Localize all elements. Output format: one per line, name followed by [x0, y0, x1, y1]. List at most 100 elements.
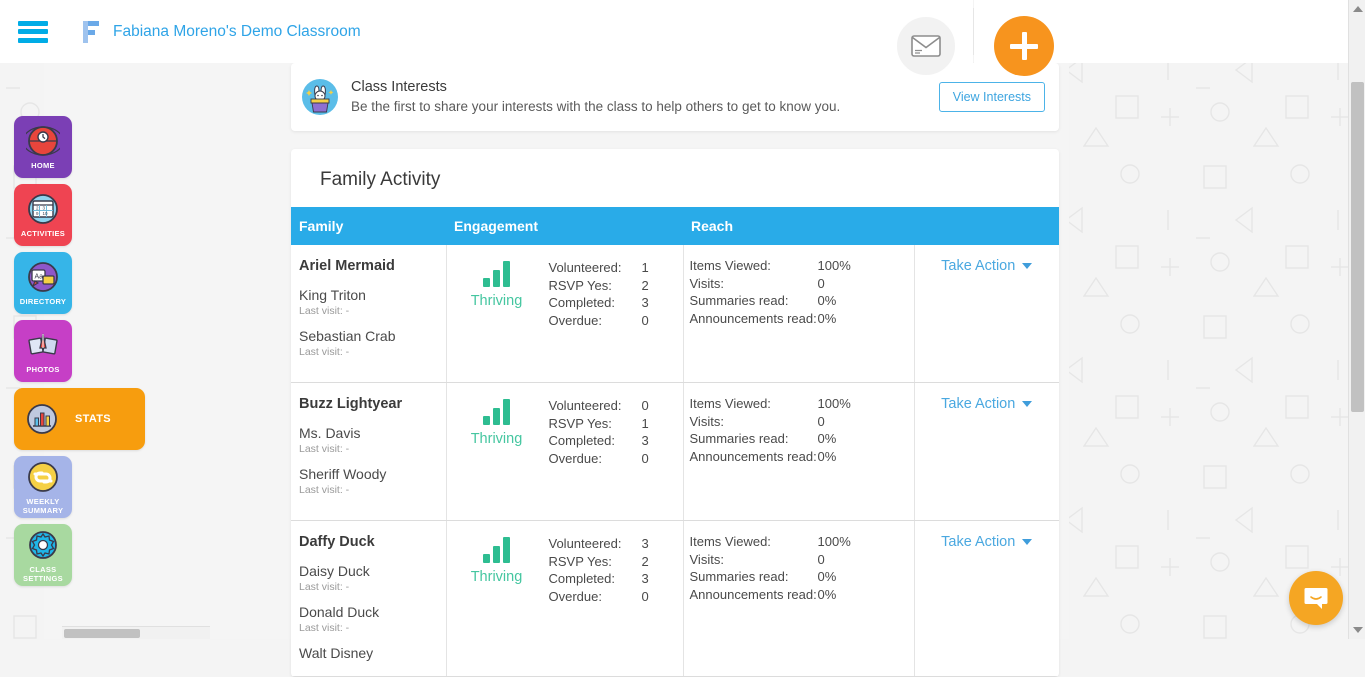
engagement-status-label: Thriving	[451, 431, 543, 447]
sidebar-item-photos[interactable]: PHOTOS	[14, 320, 72, 382]
family-cell-inner: Ariel MermaidKing TritonLast visit: -Seb…	[291, 245, 446, 382]
photos-icon	[26, 328, 60, 362]
take-action-label: Take Action	[941, 258, 1015, 274]
class-title-link[interactable]: Fabiana Moreno's Demo Classroom	[113, 23, 361, 41]
reach-stat-row: Items Viewed:100%	[690, 395, 906, 413]
engagement-cell-inner: Thriving Volunteered:0RSVP Yes:1Completed…	[447, 383, 683, 481]
reach-stat-key: Summaries read:	[690, 292, 818, 310]
engagement-stat-row: Volunteered:1	[549, 259, 679, 277]
take-action-dropdown[interactable]: Take Action	[941, 534, 1032, 550]
sidebar-item-label: STATS	[75, 415, 111, 424]
sidebar-item-stats[interactable]: STATS	[14, 388, 145, 450]
sidebar-item-class-settings[interactable]: CLASSSETTINGS	[14, 524, 72, 586]
engagement-cell: ThrivingVolunteered:3RSVP Yes:2Completed…	[446, 521, 683, 677]
engagement-stat-key: Completed:	[549, 294, 642, 312]
sidebar-item-home[interactable]: HOME	[14, 116, 72, 178]
reach-stat-key: Items Viewed:	[690, 395, 818, 413]
reach-stat-key: Items Viewed:	[690, 257, 818, 275]
interests-title: Class Interests	[351, 78, 939, 97]
engagement-stat-value: 2	[642, 277, 672, 295]
top-header-bar: Fabiana Moreno's Demo Classroom	[0, 0, 973, 63]
reach-cell: Items Viewed:100%Visits:0Summaries read:…	[683, 245, 914, 383]
engagement-stat-row: Completed:3	[549, 570, 679, 588]
sidebar-item-label: WEEKLYSUMMARY	[23, 497, 64, 515]
engagement-stat-key: Volunteered:	[549, 259, 642, 277]
family-member-last-visit: Last visit: -	[299, 580, 436, 594]
column-header-family[interactable]: Family	[291, 207, 446, 245]
chat-launcher-button[interactable]	[1289, 571, 1343, 625]
family-activity-table: Family Engagement Reach Ariel MermaidKin…	[291, 207, 1059, 677]
family-cell: Buzz LightyearMs. DavisLast visit: -Sher…	[291, 383, 446, 521]
chat-bubble-icon	[1302, 584, 1330, 612]
engagement-stat-key: Volunteered:	[549, 535, 642, 553]
engagement-stat-value: 0	[642, 397, 672, 415]
engagement-stat-key: Completed:	[549, 432, 642, 450]
reach-stat-value: 0	[818, 413, 868, 431]
engagement-status-label: Thriving	[451, 569, 543, 585]
interests-subtitle: Be the first to share your interests wit…	[351, 97, 939, 116]
engagement-stat-key: RSVP Yes:	[549, 415, 642, 433]
family-cell-inner: Buzz LightyearMs. DavisLast visit: -Sher…	[291, 383, 446, 520]
view-interests-button[interactable]: View Interests	[939, 82, 1045, 112]
engagement-stat-key: Overdue:	[549, 450, 642, 468]
engagement-bar-chart-icon	[451, 399, 543, 425]
reach-stat-row: Items Viewed:100%	[690, 257, 906, 275]
horizontal-scrollbar-thumb[interactable]	[64, 629, 140, 638]
engagement-stat-value: 1	[642, 415, 672, 433]
sidebar-item-weekly-summary[interactable]: WEEKLYSUMMARY	[14, 456, 72, 518]
engagement-stat-value: 1	[642, 259, 672, 277]
family-member-name: Sebastian Crab	[299, 327, 436, 345]
family-activity-card: Family Activity Family Engagement Reach …	[291, 149, 1059, 677]
header-divider	[973, 8, 974, 55]
engagement-stat-row: Overdue:0	[549, 450, 679, 468]
sidebar-item-activities[interactable]: 2 3 9 10 ACTIVITIES	[14, 184, 72, 246]
engagement-stat-value: 3	[642, 535, 672, 553]
sidebar-item-label: HOME	[31, 161, 55, 170]
reach-stat-value: 100%	[818, 533, 868, 551]
engagement-stat-row: Volunteered:3	[549, 535, 679, 553]
vertical-scrollbar[interactable]	[1348, 0, 1365, 639]
column-header-engagement[interactable]: Engagement	[446, 207, 683, 245]
envelope-icon[interactable]	[896, 16, 956, 76]
add-button[interactable]	[994, 16, 1054, 76]
class-interests-banner: Class Interests Be the first to share yo…	[291, 63, 1059, 131]
reach-stat-key: Visits:	[690, 413, 818, 431]
engagement-stat-row: Volunteered:0	[549, 397, 679, 415]
engagement-stat-key: RSVP Yes:	[549, 553, 642, 571]
sidebar-nav: HOME 2 3 9 10 ACTIVITIES Aa DIRECTORY	[0, 63, 148, 639]
family-member-name: Donald Duck	[299, 603, 436, 621]
family-member-last-visit: Last visit: -	[299, 345, 436, 359]
engagement-status-label: Thriving	[451, 293, 543, 309]
family-cell: Daffy DuckDaisy DuckLast visit: -Donald …	[291, 521, 446, 677]
column-header-reach[interactable]: Reach	[683, 207, 914, 245]
action-cell-inner: Take Action	[915, 245, 1060, 289]
reach-stat-key: Announcements read:	[690, 448, 818, 466]
sidebar-item-label: CLASSSETTINGS	[23, 565, 63, 583]
engagement-stat-row: Completed:3	[549, 294, 679, 312]
magic-hat-rabbit-icon	[301, 78, 339, 116]
reach-stat-value: 0%	[818, 568, 868, 586]
chevron-down-icon	[1022, 539, 1032, 545]
reach-stat-row: Items Viewed:100%	[690, 533, 906, 551]
plus-icon-horizontal	[1010, 44, 1038, 49]
reach-stat-key: Summaries read:	[690, 430, 818, 448]
scroll-up-arrow-icon[interactable]	[1353, 6, 1363, 12]
engagement-stats: Volunteered:3RSVP Yes:2Completed:3Overdu…	[543, 533, 679, 605]
reach-stat-value: 0%	[818, 310, 868, 328]
engagement-status: Thriving	[451, 395, 543, 467]
family-member-name: Sheriff Woody	[299, 465, 436, 483]
reach-stat-row: Summaries read:0%	[690, 568, 906, 586]
take-action-dropdown[interactable]: Take Action	[941, 258, 1032, 274]
horizontal-scrollbar[interactable]	[62, 626, 210, 639]
vertical-scrollbar-thumb[interactable]	[1351, 82, 1364, 412]
engagement-stat-row: RSVP Yes:2	[549, 277, 679, 295]
interests-text-block: Class Interests Be the first to share yo…	[351, 78, 939, 116]
engagement-cell: Thriving Volunteered:0RSVP Yes:1Completed…	[446, 383, 683, 521]
reach-stat-key: Visits:	[690, 551, 818, 569]
hamburger-menu-icon[interactable]	[18, 21, 48, 43]
table-header: Family Engagement Reach	[291, 207, 1059, 245]
scroll-down-arrow-icon[interactable]	[1353, 627, 1363, 633]
sidebar-item-directory[interactable]: Aa DIRECTORY	[14, 252, 72, 314]
take-action-dropdown[interactable]: Take Action	[941, 396, 1032, 412]
chevron-down-icon	[1022, 263, 1032, 269]
